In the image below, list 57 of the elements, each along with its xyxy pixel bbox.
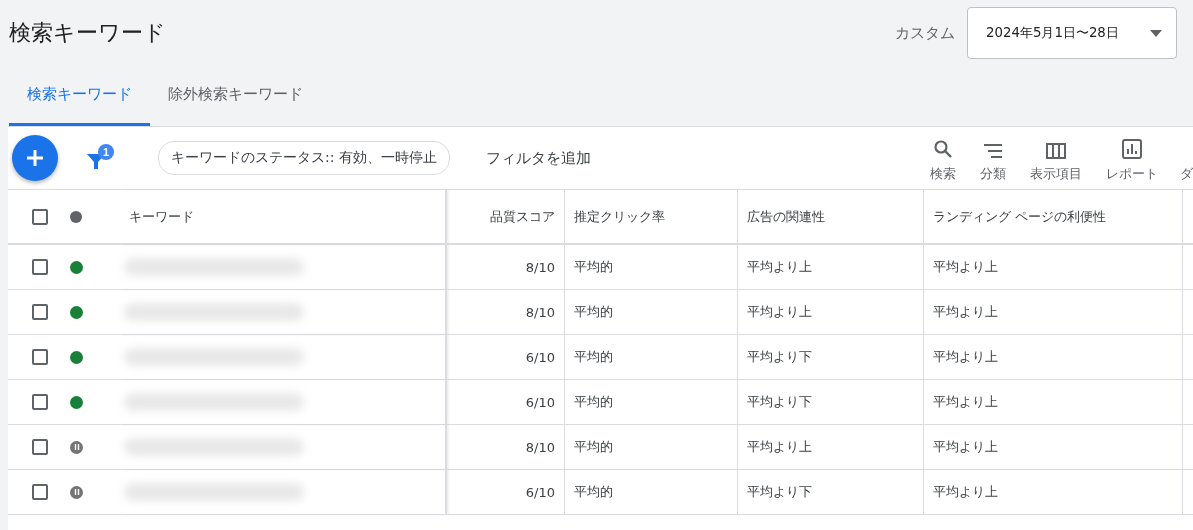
- range-label: カスタム: [895, 23, 955, 43]
- status-dot: [70, 210, 82, 223]
- search-button[interactable]: 検索: [918, 133, 968, 183]
- sort-icon: [983, 143, 1003, 159]
- tab[interactable]: 除外検索キーワード: [150, 66, 321, 126]
- column-header: 品質スコア: [447, 190, 565, 245]
- checkbox[interactable]: [32, 259, 48, 275]
- table-cell: 平均より下: [738, 470, 924, 515]
- checkbox[interactable]: [32, 304, 48, 320]
- table-cell: 平均より上: [924, 245, 1183, 290]
- filter-chip[interactable]: キーワードのステータス:: 有効、一時停止: [158, 141, 450, 175]
- table-cell: 平均的: [565, 380, 738, 425]
- table-cell: 平均より上: [738, 290, 924, 335]
- table-cell: 平均より下: [738, 335, 924, 380]
- table-cell: 平均的: [565, 245, 738, 290]
- filter-button[interactable]: 1: [84, 143, 114, 173]
- table-cell: 平均的: [565, 335, 738, 380]
- table-cell: 6/10: [447, 380, 565, 425]
- table-cell: 平均より上: [924, 335, 1183, 380]
- table-cell: 平均より上: [738, 245, 924, 290]
- table-cell: 6/10: [447, 335, 565, 380]
- checkbox[interactable]: [32, 394, 48, 410]
- plus-icon: [25, 148, 45, 168]
- search-icon: [933, 139, 953, 159]
- table-cell: 平均的: [565, 425, 738, 470]
- caret-icon: [1150, 29, 1162, 37]
- table-cell: 平均より下: [738, 380, 924, 425]
- table-cell: 平均より上: [924, 470, 1183, 515]
- checkbox[interactable]: [32, 439, 48, 455]
- table-cell: 8/10: [447, 245, 565, 290]
- date-range-dropdown[interactable]: 2024年5月1日〜28日: [967, 7, 1177, 59]
- table-cell: 平均的: [565, 290, 738, 335]
- checkbox[interactable]: [32, 484, 48, 500]
- table-cell: 8/10: [447, 290, 565, 335]
- report-button[interactable]: レポート: [1094, 133, 1170, 183]
- sort-button[interactable]: 分類: [968, 133, 1018, 183]
- bar-chart-icon: [1122, 139, 1142, 159]
- checkbox[interactable]: [32, 208, 48, 225]
- table-cell: 6/10: [447, 470, 565, 515]
- columns-icon: [1046, 143, 1066, 159]
- table-cell: 平均的: [565, 470, 738, 515]
- table-cell: 平均より上: [924, 290, 1183, 335]
- checkbox[interactable]: [32, 349, 48, 365]
- add-filter-link[interactable]: フィルタを追加: [479, 147, 918, 169]
- column-header: キーワード: [120, 190, 447, 245]
- table-cell: 8/10: [447, 425, 565, 470]
- column-header: 広告の関連性: [738, 190, 924, 245]
- column-header: ランディング ページの利便性: [924, 190, 1183, 245]
- table-cell: 平均より上: [924, 380, 1183, 425]
- page-title: 検索キーワード: [9, 19, 167, 47]
- toolbar-button[interactable]: ダ: [1170, 133, 1193, 183]
- table-cell: 平均より上: [738, 425, 924, 470]
- columns-button[interactable]: 表示項目: [1018, 133, 1094, 183]
- column-header: 推定クリック率: [565, 190, 738, 245]
- add-button[interactable]: [12, 135, 58, 181]
- filter-count-badge: 1: [98, 144, 114, 160]
- table-cell: 平均より上: [924, 425, 1183, 470]
